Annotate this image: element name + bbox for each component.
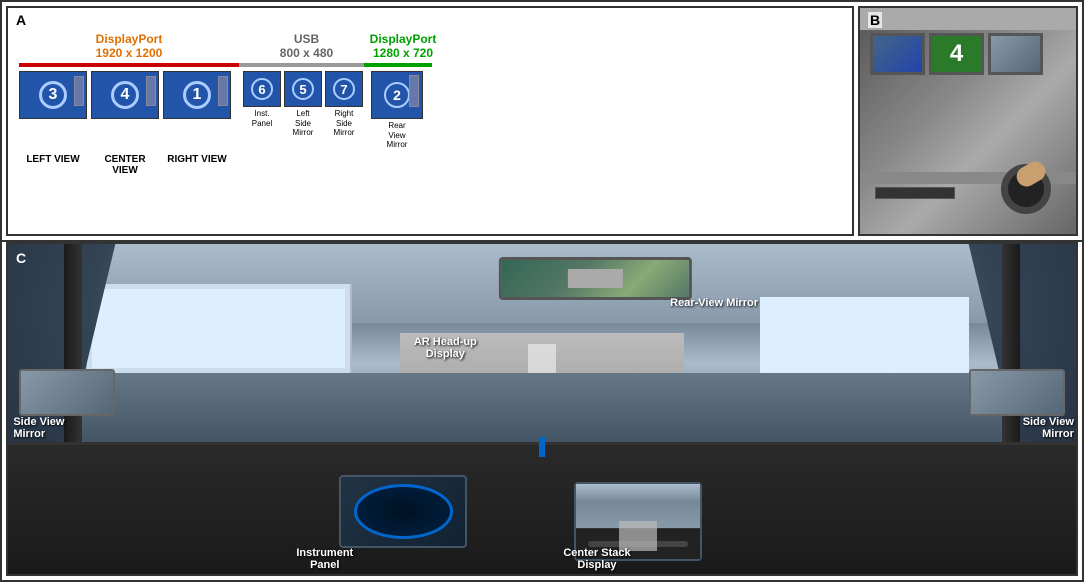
red-line <box>19 63 239 67</box>
screen-6-label: Inst.Panel <box>252 109 272 128</box>
screen-6-wrap: 6 Inst.Panel <box>243 71 281 138</box>
dp-left-name: DisplayPort <box>96 32 163 46</box>
screen-2-number: 2 <box>384 82 410 108</box>
screen-4-wrap: 4 <box>91 71 159 119</box>
panel-c-label: C <box>16 250 26 266</box>
right-view-label: RIGHT VIEW <box>163 154 231 176</box>
screen-3-number: 3 <box>39 81 67 109</box>
side-mirror-right <box>969 369 1065 415</box>
screen-5-wrap: 5 LeftSideMirror <box>284 71 322 138</box>
screen-6-number: 6 <box>251 78 273 100</box>
instrument-panel-display <box>339 475 467 548</box>
screen-5-number: 5 <box>292 78 314 100</box>
screen-2-panel <box>409 75 419 107</box>
screen-1-number: 1 <box>183 81 211 109</box>
center-stack-display <box>574 482 702 561</box>
ground <box>68 373 1016 442</box>
side-mirror-right-display <box>971 371 1063 413</box>
background-wall <box>860 8 1076 30</box>
usb-name: USB <box>294 32 319 46</box>
monitor-center: 4 <box>929 33 984 75</box>
screen-2-wrap: 2 RearViewMirror <box>371 71 423 150</box>
dp-right-res: 1280 x 720 <box>373 46 433 60</box>
screen-7-number: 7 <box>333 78 355 100</box>
screen-5: 5 <box>284 71 322 107</box>
green-line <box>364 63 432 67</box>
screen-3: 3 <box>19 71 87 119</box>
gray-line <box>239 63 364 67</box>
screen-4: 4 <box>91 71 159 119</box>
center-stack-road <box>619 521 656 551</box>
screen-7-wrap: 7 RightSideMirror <box>325 71 363 138</box>
screen-1-wrap: 1 <box>163 71 231 119</box>
monitor-left-screen <box>873 36 922 72</box>
panel-c: C <box>6 242 1078 576</box>
screen-2-label: RearViewMirror <box>387 121 408 150</box>
panel-a: A DisplayPort 1920 x 1200 USB 800 x 480 … <box>6 6 854 236</box>
monitor-right-screen <box>991 36 1040 72</box>
monitor-right <box>988 33 1043 75</box>
building-right <box>760 297 969 372</box>
screen-4-number: 4 <box>111 81 139 109</box>
usb-screens-group: 6 Inst.Panel 5 LeftSideMirror 7 <box>243 71 363 138</box>
ar-hud-indicator <box>539 437 545 457</box>
side-mirror-left-display <box>21 371 113 413</box>
monitors: 4 <box>870 33 1043 75</box>
screen-5-label: LeftSideMirror <box>293 109 314 138</box>
screen-7: 7 <box>325 71 363 107</box>
screen-7-label: RightSideMirror <box>334 109 355 138</box>
mirror-road <box>567 269 623 287</box>
side-left-annotation: Side ViewMirror <box>13 416 64 440</box>
rear-mirror-display <box>502 260 688 297</box>
screen-4-panel <box>146 76 156 106</box>
screen-1-panel <box>218 76 228 106</box>
panel-b: B 4 <box>858 6 1078 236</box>
side-right-annotation: Side ViewMirror <box>1023 416 1074 440</box>
screen-3-panel <box>74 76 84 106</box>
car-background: AR Head-up Display Rear-View Mirror Side… <box>8 244 1076 574</box>
center-stack-view <box>576 484 700 528</box>
monitor-left <box>870 33 925 75</box>
keyboard <box>875 187 955 199</box>
screen-1: 1 <box>163 71 231 119</box>
dashboard <box>8 442 1076 574</box>
screen-6: 6 <box>243 71 281 107</box>
left-view-label: LEFT VIEW <box>19 154 87 176</box>
top-section: A DisplayPort 1920 x 1200 USB 800 x 480 … <box>2 2 1082 242</box>
dp-left-res: 1920 x 1200 <box>96 46 163 60</box>
dp-right-name: DisplayPort <box>370 32 437 46</box>
screen-3-wrap: 3 <box>19 71 87 119</box>
building-left <box>87 284 352 373</box>
center-stack-screen <box>576 484 700 529</box>
rear-view-mirror <box>499 257 691 300</box>
center-view-label: CENTER VIEW <box>91 154 159 176</box>
panel-a-label: A <box>16 12 26 28</box>
monitor-center-number: 4 <box>932 36 981 72</box>
a-pillar-right <box>1002 244 1020 449</box>
building-windows <box>92 289 345 368</box>
photo-sim: 4 <box>860 8 1076 234</box>
side-mirror-left <box>19 369 115 415</box>
a-pillar-left <box>64 244 82 449</box>
panel-b-label: B <box>868 12 882 28</box>
usb-res: 800 x 480 <box>280 46 333 60</box>
main-container: A DisplayPort 1920 x 1200 USB 800 x 480 … <box>0 0 1084 582</box>
screen-2: 2 <box>371 71 423 119</box>
speedometer <box>354 484 453 539</box>
